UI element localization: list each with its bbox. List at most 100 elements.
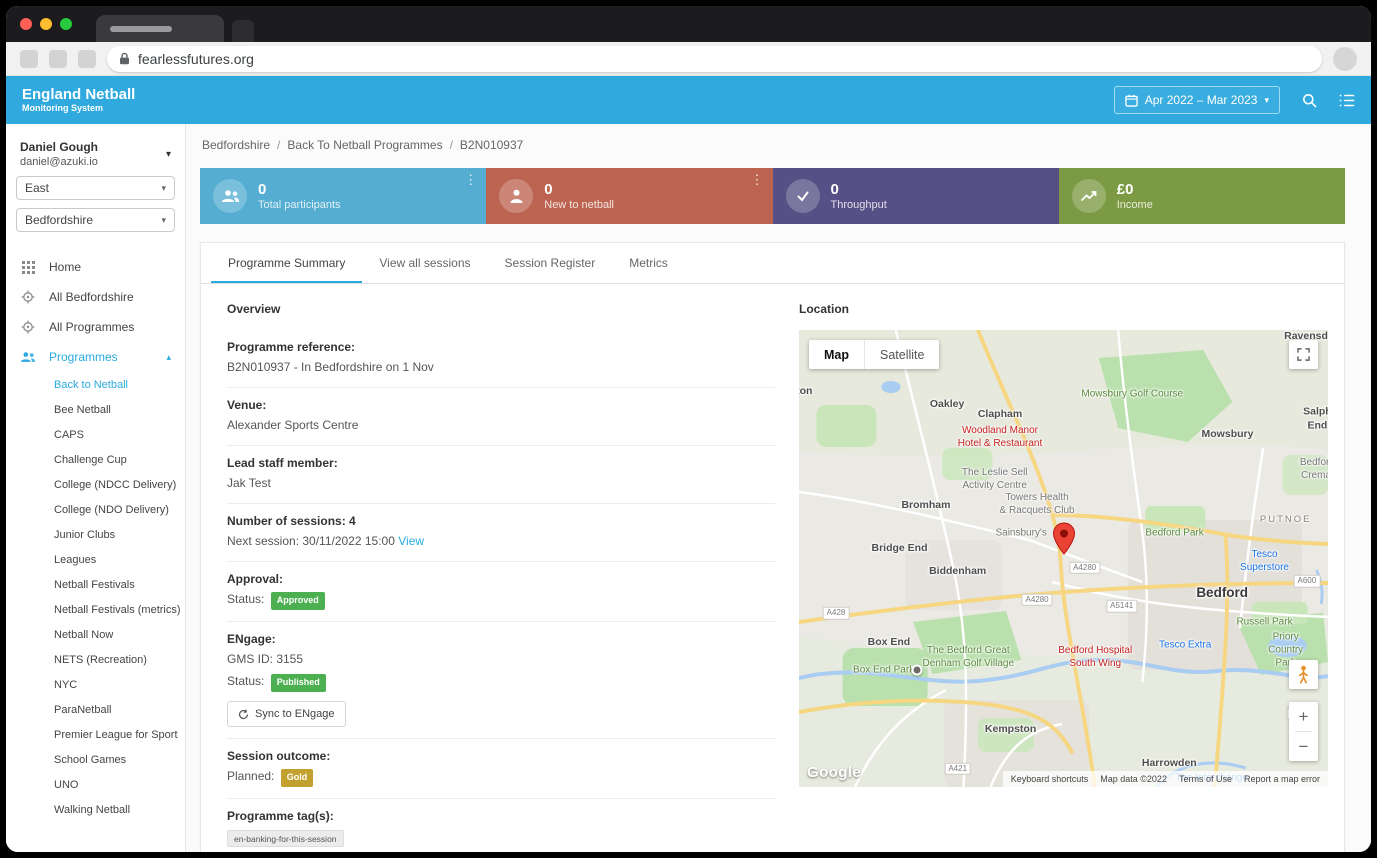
browser-tab[interactable] <box>96 15 224 42</box>
sidebar-item-nyc[interactable]: NYC <box>6 672 185 697</box>
breadcrumb: Bedfordshire/Back To Netball Programmes/… <box>200 138 1345 168</box>
sidebar-item-label: Home <box>49 260 81 274</box>
map-label: Kempston <box>985 723 1036 737</box>
terms-of-use-link[interactable]: Terms of Use <box>1179 774 1232 784</box>
sidebar-item-nets-recreation[interactable]: NETS (Recreation) <box>6 647 185 672</box>
sidebar-item-college-ndo-delivery[interactable]: College (NDO Delivery) <box>6 497 185 522</box>
zoom-in-button[interactable]: + <box>1289 702 1318 731</box>
sidebar-item-leagues[interactable]: Leagues <box>6 547 185 572</box>
address-bar[interactable]: fearlessfutures.org <box>107 46 1322 72</box>
person-icon <box>499 179 533 213</box>
chevron-down-icon: ▾ <box>166 149 171 160</box>
menu-icon[interactable] <box>1339 94 1355 107</box>
user-menu[interactable]: Daniel Gough daniel@azuki.io ▾ <box>6 140 185 168</box>
sidebar-item-school-games[interactable]: School Games <box>6 747 185 772</box>
forward-button[interactable] <box>49 50 67 68</box>
reload-button[interactable] <box>78 50 96 68</box>
map-label: A428 <box>823 607 850 619</box>
sidebar-item-challenge-cup[interactable]: Challenge Cup <box>6 447 185 472</box>
programme-list: Back to NetballBee NetballCAPSChallenge … <box>6 372 185 822</box>
minimize-button[interactable] <box>40 18 52 30</box>
breadcrumb-item[interactable]: Bedfordshire <box>202 138 270 152</box>
zoom-controls: + − <box>1289 702 1318 761</box>
user-email: daniel@azuki.io <box>20 156 171 168</box>
region-select[interactable]: East ▾ <box>16 176 175 200</box>
sync-button-label: Sync to ENgage <box>255 708 335 720</box>
keyboard-shortcuts-link[interactable]: Keyboard shortcuts <box>1011 774 1089 784</box>
sidebar-item-walking-netball[interactable]: Walking Netball <box>6 797 185 822</box>
stat-label: Income <box>1117 199 1153 211</box>
county-select[interactable]: Bedfordshire ▾ <box>16 208 175 232</box>
field-label: Programme tag(s): <box>227 809 775 823</box>
sidebar-item-home[interactable]: Home <box>6 252 185 282</box>
maximize-button[interactable] <box>60 18 72 30</box>
lock-icon <box>119 52 130 65</box>
region-select-value: East <box>25 181 49 195</box>
map-label: Sainsbury's <box>995 527 1046 540</box>
tab-view-all-sessions[interactable]: View all sessions <box>362 243 487 283</box>
sidebar-item-paranetball[interactable]: ParaNetball <box>6 697 185 722</box>
search-icon[interactable] <box>1302 93 1317 108</box>
sidebar-item-programmes[interactable]: Programmes ▴ <box>6 342 185 372</box>
fullscreen-button[interactable] <box>1289 340 1318 369</box>
target-icon <box>20 320 36 334</box>
map-label: Mowsbury Golf Course <box>1081 387 1183 400</box>
map-label: Clapham <box>978 408 1022 422</box>
tab-metrics[interactable]: Metrics <box>612 243 685 283</box>
sidebar-item-back-to-netball[interactable]: Back to Netball <box>6 372 185 397</box>
location-section: Location <box>799 302 1328 852</box>
map-label: A4280 <box>1021 593 1052 605</box>
sidebar-item-netball-festivals-metrics[interactable]: Netball Festivals (metrics) <box>6 597 185 622</box>
map-label-layer: RavensdentonOakleyClaphamWoodland Manor … <box>799 330 1328 787</box>
date-range-button[interactable]: Apr 2022 – Mar 2023 ▾ <box>1114 86 1280 114</box>
sidebar-item-uno[interactable]: UNO <box>6 772 185 797</box>
map-label: Biddenham <box>929 565 986 579</box>
map-label: Russell Park <box>1236 616 1292 629</box>
app-title: England Netball <box>22 87 135 104</box>
field-value: B2N010937 - In Bedfordshire on 1 Nov <box>227 358 775 376</box>
sidebar-item-college-ndcc-delivery[interactable]: College (NDCC Delivery) <box>6 472 185 497</box>
map-pin-icon[interactable] <box>1052 522 1076 556</box>
profile-avatar[interactable] <box>1333 47 1357 71</box>
map-view-button[interactable]: Map <box>809 340 864 369</box>
sidebar-item-premier-league-for-sport[interactable]: Premier League for Sport <box>6 722 185 747</box>
new-tab-button[interactable] <box>232 20 254 42</box>
sidebar-item-junior-clubs[interactable]: Junior Clubs <box>6 522 185 547</box>
tab-programme-summary[interactable]: Programme Summary <box>211 243 362 283</box>
map-label: ton <box>799 385 812 399</box>
field-label: Programme reference: <box>227 340 775 354</box>
sync-to-engage-button[interactable]: Sync to ENgage <box>227 701 346 727</box>
map-location-dot <box>911 665 922 676</box>
satellite-view-button[interactable]: Satellite <box>864 340 939 369</box>
stat-value: £0 <box>1117 181 1153 199</box>
field-approval: Approval: Status: Approved <box>227 562 775 622</box>
browser-window: fearlessfutures.org England Netball Moni… <box>6 6 1371 852</box>
pegman-button[interactable] <box>1289 660 1318 689</box>
sidebar-item-bee-netball[interactable]: Bee Netball <box>6 397 185 422</box>
map-label: Towers Health & Racquets Club <box>1000 491 1075 517</box>
view-session-link[interactable]: View <box>398 534 424 548</box>
sidebar-item-label: All Programmes <box>49 320 134 334</box>
sidebar-item-all-bedfordshire[interactable]: All Bedfordshire <box>6 282 185 312</box>
map[interactable]: RavensdentonOakleyClaphamWoodland Manor … <box>799 330 1328 787</box>
programme-tag-chip: en-banking-for-this-session <box>227 830 344 847</box>
kebab-menu-icon[interactable]: ⋮ <box>751 173 764 186</box>
map-label: Box End <box>868 636 911 650</box>
breadcrumb-item[interactable]: Back To Netball Programmes <box>287 138 442 152</box>
stat-cards: 0 Total participants ⋮ 0 New to netball … <box>200 168 1345 224</box>
map-label: Bridge End <box>871 543 927 557</box>
back-button[interactable] <box>20 50 38 68</box>
zoom-out-button[interactable]: − <box>1289 732 1318 761</box>
sidebar-item-netball-festivals[interactable]: Netball Festivals <box>6 572 185 597</box>
close-button[interactable] <box>20 18 32 30</box>
sidebar-item-caps[interactable]: CAPS <box>6 422 185 447</box>
field-label: ENgage: <box>227 632 775 646</box>
map-label: Bromham <box>901 499 950 513</box>
map-label: Harrowden <box>1142 757 1197 771</box>
main-content: Bedfordshire/Back To Netball Programmes/… <box>186 124 1371 852</box>
kebab-menu-icon[interactable]: ⋮ <box>464 173 477 186</box>
sidebar-item-netball-now[interactable]: Netball Now <box>6 622 185 647</box>
sidebar-item-all-programmes[interactable]: All Programmes <box>6 312 185 342</box>
report-map-error-link[interactable]: Report a map error <box>1244 774 1320 784</box>
tab-session-register[interactable]: Session Register <box>488 243 613 283</box>
